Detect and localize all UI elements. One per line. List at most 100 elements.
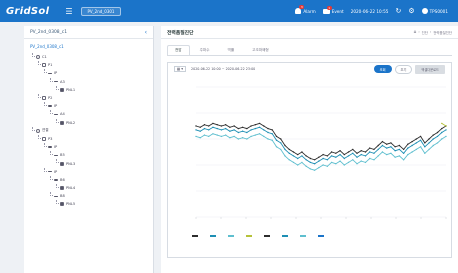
legend-item[interactable] <box>210 235 216 237</box>
user-menu[interactable]: TPS0001 <box>421 8 448 14</box>
series-2-point <box>233 135 235 138</box>
series-1-point <box>288 152 290 154</box>
series-1-point <box>398 148 401 151</box>
series-1-point <box>356 156 358 158</box>
series-2-point <box>195 135 197 138</box>
collapse-panel-icon[interactable]: ‹ <box>145 29 147 36</box>
series-1-point <box>241 130 244 132</box>
calendar-button[interactable]: ▦ ▾ <box>174 66 186 72</box>
line-icon <box>54 195 58 198</box>
line-icon <box>54 113 58 116</box>
legend-item[interactable] <box>282 235 288 237</box>
tab-frequency[interactable]: 주파수 <box>192 45 218 55</box>
tree-node[interactable]: IP <box>30 102 147 110</box>
home-icon[interactable]: ⌂ <box>413 30 416 35</box>
tree-node[interactable]: IP <box>30 69 147 77</box>
app-logo[interactable]: GridSol <box>6 6 49 17</box>
series-1-point <box>369 151 371 153</box>
series-1-point <box>335 156 337 158</box>
series-2-point <box>419 146 422 148</box>
tree-root[interactable]: PV_2nd_0308_c1 <box>30 44 147 49</box>
alarm-button[interactable]: 3 Alarm <box>295 5 316 14</box>
series-2-point <box>369 157 371 160</box>
event-button[interactable]: 1 Event <box>322 5 344 14</box>
tree-node[interactable]: B5 <box>30 151 147 159</box>
series-1-point <box>195 129 197 131</box>
user-name: TPS0001 <box>429 8 448 14</box>
site-selector[interactable]: PV_2nd_0301 <box>80 6 122 16</box>
series-1-point <box>296 157 299 160</box>
tree-node[interactable]: P2 <box>30 93 147 102</box>
series-line-1 <box>195 126 447 165</box>
series-1-point <box>237 131 240 134</box>
tree-node-label: IP <box>54 169 58 174</box>
series-1-point <box>254 127 257 130</box>
refresh-icon[interactable]: ↻ <box>395 7 401 15</box>
search-button[interactable]: 조회 <box>373 65 392 73</box>
tree-node[interactable]: IP <box>30 167 147 176</box>
tree-node[interactable]: B8 <box>30 192 147 200</box>
legend-item[interactable] <box>192 235 198 237</box>
series-2-point <box>275 146 278 148</box>
series-0-point <box>398 144 401 147</box>
series-1-point <box>385 147 388 149</box>
series-0-point <box>258 122 261 125</box>
tree-node[interactable]: P3 <box>30 134 147 143</box>
breadcrumb-item[interactable]: 진단 <box>422 30 428 35</box>
legend-item[interactable] <box>246 235 252 237</box>
series-0-point <box>313 159 316 161</box>
site-tree-panel: PV_2nd_0308_c1 ‹ PV_2nd_0308_c1 C1 P1 IP A3… <box>24 26 154 273</box>
series-1-point <box>441 131 443 134</box>
series-0-point <box>352 148 354 151</box>
series-1-point <box>343 157 346 160</box>
series-2-point <box>258 133 261 135</box>
tree-node-label: P2 <box>48 96 53 101</box>
series-2-point <box>407 153 409 156</box>
series-0-point <box>364 151 367 153</box>
tab-power-factor[interactable]: 역률 <box>220 45 243 55</box>
tree-node[interactable]: 연결 <box>30 126 147 135</box>
series-2-point <box>347 161 350 164</box>
dev-icon <box>60 161 64 166</box>
tree-node[interactable]: PNL5 <box>30 200 147 208</box>
chart-toolbar: ▦ ▾ 2020-06-22 10:00 ~ 2020-06-22 23:00 조… <box>168 63 451 75</box>
series-0-point <box>271 129 273 131</box>
hamburger-menu-icon[interactable]: ☰ <box>65 7 72 16</box>
tab-voltage[interactable]: 전압 <box>167 45 190 55</box>
tree-node[interactable]: B6 <box>30 175 147 184</box>
tree-node[interactable]: PNL3 <box>30 159 147 167</box>
alarm-label: Alarm <box>303 8 316 14</box>
legend-item[interactable] <box>228 235 234 237</box>
reset-button[interactable]: 초기 <box>394 64 413 74</box>
series-0-point <box>326 155 329 157</box>
export-excel-button[interactable]: 엑셀다운로드 <box>415 64 445 74</box>
line-icon <box>54 179 58 181</box>
tree-node[interactable]: PNL2 <box>30 118 147 127</box>
tab-harmonic[interactable]: 고조파왜형 <box>244 45 277 55</box>
series-1-point <box>199 130 201 132</box>
series-1-point <box>377 148 379 151</box>
series-0-point <box>284 144 286 147</box>
series-1-point <box>415 142 418 144</box>
series-1-point <box>424 146 426 148</box>
legend-item[interactable] <box>264 235 270 237</box>
page-title: 전력품질진단 <box>167 30 194 36</box>
legend-item[interactable] <box>318 235 324 237</box>
tree-node[interactable]: PNL4 <box>30 184 147 192</box>
tree-node[interactable]: A3 <box>30 77 147 86</box>
tree-node[interactable]: IP <box>30 143 147 151</box>
gear-icon[interactable]: ⚙ <box>408 7 414 15</box>
chart-panel: ▦ ▾ 2020-06-22 10:00 ~ 2020-06-22 23:00 조… <box>167 62 452 258</box>
tree-node[interactable]: A4 <box>30 110 147 118</box>
legend-item[interactable] <box>300 235 306 237</box>
tree-node[interactable]: P1 <box>30 61 147 69</box>
series-2-point <box>377 155 379 157</box>
series-0-point <box>241 126 244 128</box>
series-0-point <box>432 134 434 136</box>
tree-node[interactable]: C1 <box>30 53 147 61</box>
series-2-point <box>402 159 405 161</box>
tree-node[interactable]: PNL1 <box>30 85 147 94</box>
series-0-point <box>356 152 358 154</box>
series-0-point <box>280 138 282 140</box>
series-2-point <box>343 164 346 166</box>
